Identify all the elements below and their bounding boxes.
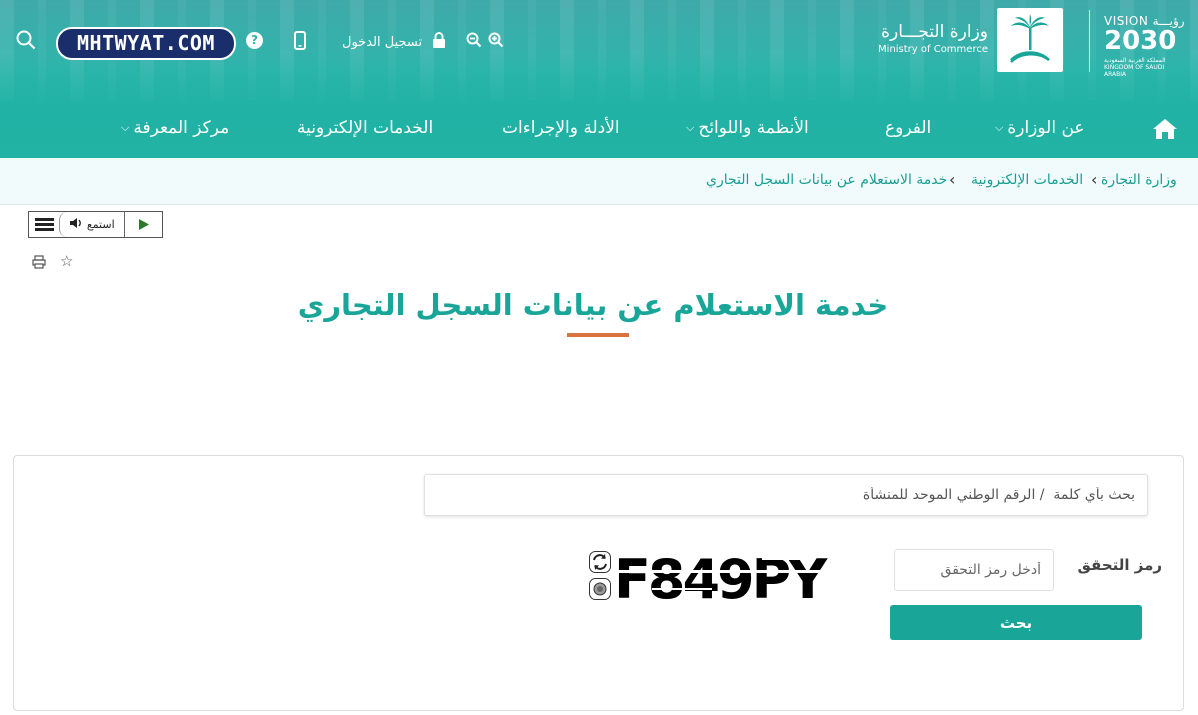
speaker-icon [70,218,82,228]
nav-item-label: الخدمات الإلكترونية [297,118,434,138]
nav-item-label: مركز المعرفة [133,118,230,138]
captcha-input[interactable] [894,549,1054,591]
login-label: تسجيل الدخول [342,35,423,50]
listen-label: استمع [86,218,115,231]
print-icon[interactable] [32,254,46,273]
logo-divider [1089,10,1090,72]
mobile-app-link[interactable] [294,31,306,55]
watermark-badge: MHTWYAT.COM [56,27,236,60]
nav-item-about[interactable]: ⌵ عن الوزارة [995,118,1085,138]
breadcrumb: وزارة التجارة ‹ الخدمات الإلكترونية ‹ خد… [0,158,1198,205]
nav-item-branches[interactable]: الفروع [885,118,931,138]
breadcrumb-item-eservices[interactable]: الخدمات الإلكترونية [971,172,1083,188]
nav-item-eservices[interactable]: الخدمات الإلكترونية [297,118,433,138]
header-search-button[interactable] [16,30,36,54]
title-underline [567,333,629,337]
menu-icon[interactable] [35,218,54,232]
ministry-name-english: Ministry of Commerce [878,44,988,55]
nav-item-regulations[interactable]: ⌵ الأنظمة واللوائح [686,118,809,138]
palm-swords-icon [1010,14,1050,63]
chevron-down-icon: ⌵ [995,121,1004,134]
nav-item-label: الأنظمة واللوائح [698,118,809,138]
vision-2030-logo[interactable]: VISION رؤيـــة 2030 المملكة العربية السع… [1100,12,1188,78]
refresh-icon[interactable] [589,551,611,573]
search-input[interactable] [424,474,1148,516]
zoom-tools [464,32,504,56]
ministry-name-arabic: وزارة التجـــارة [881,22,988,42]
captcha-text: F849PY [614,548,828,602]
vision-logo-number: 2030 [1104,26,1177,56]
zoom-out-icon[interactable] [466,32,482,48]
ministry-name[interactable]: وزارة التجـــارة Ministry of Commerce [860,22,988,55]
zoom-in-icon[interactable] [488,32,504,48]
listen-button[interactable]: استمع [59,212,125,237]
main-nav: ⌵ عن الوزارة الفروع ⌵ الأنظمة واللوائح الأ… [0,108,1198,148]
page-title: خدمة الاستعلام عن بيانات السجل التجاري [297,288,889,322]
search-submit-button[interactable]: بحث [890,605,1142,640]
listen-widget: استمع [28,211,163,238]
login-link[interactable]: تسجيل الدخول [334,32,446,56]
nav-item-knowledge[interactable]: ⌵ مركز المعرفة [121,118,229,138]
nav-item-guides[interactable]: الأدلة والإجراءات [502,118,620,138]
nav-item-label: الفروع [885,118,932,138]
audio-icon[interactable] [589,578,611,600]
nav-item-label: عن الوزارة [1007,118,1085,138]
nav-item-label: الأدلة والإجراءات [502,118,620,138]
breadcrumb-item-current: خدمة الاستعلام عن بيانات السجل التجاري [706,172,948,188]
play-button[interactable] [125,212,163,237]
captcha-label: رمز التحقق [1077,556,1163,574]
chevron-left-icon: ‹ [1091,170,1098,189]
chevron-left-icon: ‹ [949,170,956,189]
chevron-down-icon: ⌵ [686,121,695,134]
captcha-image: F849PY [612,548,868,611]
help-button[interactable]: ? [246,32,263,56]
ministry-emblem-logo[interactable] [997,8,1063,72]
play-icon [139,219,149,230]
lock-icon [433,32,446,48]
help-icon: ? [246,32,263,49]
vision-logo-sub: المملكة العربية السعودية KINGDOM OF SAUD… [1104,57,1166,78]
breadcrumb-item-ministry[interactable]: وزارة التجارة [1101,172,1177,188]
star-icon[interactable]: ☆ [60,252,73,270]
search-icon [16,30,36,50]
mobile-icon [294,31,306,50]
chevron-down-icon: ⌵ [121,121,130,134]
